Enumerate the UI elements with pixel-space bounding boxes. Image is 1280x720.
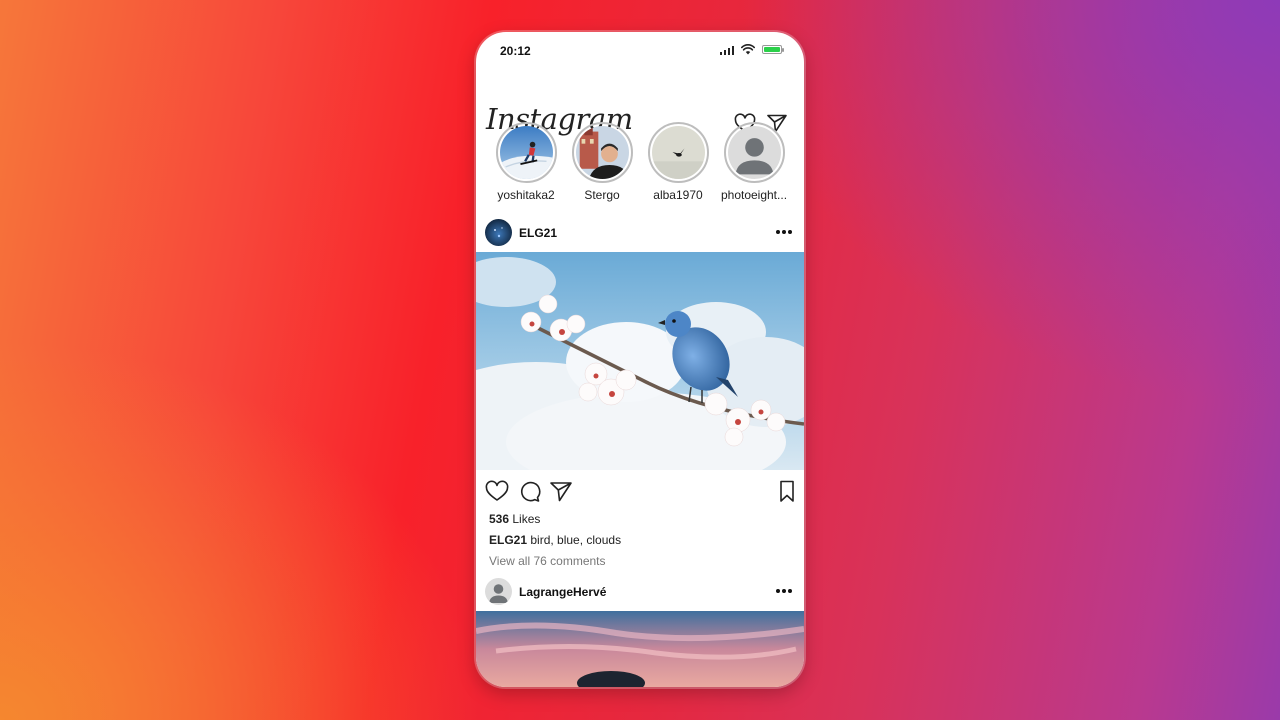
stories-tray: yoshitaka2 Stergo alba1970 photoeight... [490, 122, 800, 212]
likes-count[interactable]: 536 Likes [489, 512, 540, 526]
view-comments-link[interactable]: View all 76 comments [489, 554, 606, 568]
wifi-icon [741, 44, 755, 55]
caption-username[interactable]: ELG21 [489, 533, 527, 547]
story-username: yoshitaka2 [497, 188, 555, 202]
share-send-icon[interactable] [548, 478, 574, 504]
status-bar: 20:12 [476, 32, 804, 68]
story-avatar-snowboarder [499, 126, 553, 179]
battery-icon [762, 45, 784, 54]
phone-frame: 20:12 Instagram yoshitaka2 Stergo alba19… [476, 32, 804, 687]
comment-bubble-icon[interactable] [516, 478, 542, 504]
post-photo[interactable] [476, 252, 804, 470]
post-photo[interactable] [476, 611, 804, 687]
likes-number: 536 [489, 512, 510, 526]
post-actions [476, 476, 804, 504]
likes-label: Likes [512, 512, 541, 526]
more-options-icon[interactable] [776, 229, 792, 235]
post-author-username[interactable]: ELG21 [519, 226, 557, 240]
story-item[interactable]: photoeight... [719, 122, 789, 202]
story-username: alba1970 [653, 188, 703, 202]
story-avatar-bird [651, 126, 705, 179]
more-options-icon[interactable] [776, 588, 792, 594]
default-avatar-icon [727, 126, 781, 179]
story-ring [571, 122, 633, 183]
like-heart-icon[interactable] [484, 478, 510, 504]
story-username: Stergo [584, 188, 620, 202]
post-caption: ELG21 bird, blue, clouds [489, 533, 621, 547]
story-item[interactable]: yoshitaka2 [491, 122, 561, 202]
story-item[interactable]: alba1970 [643, 122, 713, 202]
story-ring [723, 122, 785, 183]
story-ring [647, 122, 709, 183]
story-avatar-portrait [575, 126, 629, 179]
story-item[interactable]: Stergo [567, 122, 637, 202]
bookmark-icon[interactable] [775, 478, 801, 504]
caption-text: bird, blue, clouds [530, 533, 622, 547]
post-header: ELG21 [476, 219, 804, 253]
post-header: LagrangeHervé [476, 578, 804, 612]
cellular-signal-icon [719, 45, 734, 55]
post-author-avatar[interactable] [485, 219, 512, 246]
post-author-username[interactable]: LagrangeHervé [519, 585, 606, 599]
default-avatar-icon[interactable] [485, 578, 512, 605]
story-username: photoeight... [720, 188, 788, 202]
status-time: 20:12 [500, 44, 531, 58]
status-icons [719, 44, 784, 55]
story-ring [495, 122, 557, 183]
